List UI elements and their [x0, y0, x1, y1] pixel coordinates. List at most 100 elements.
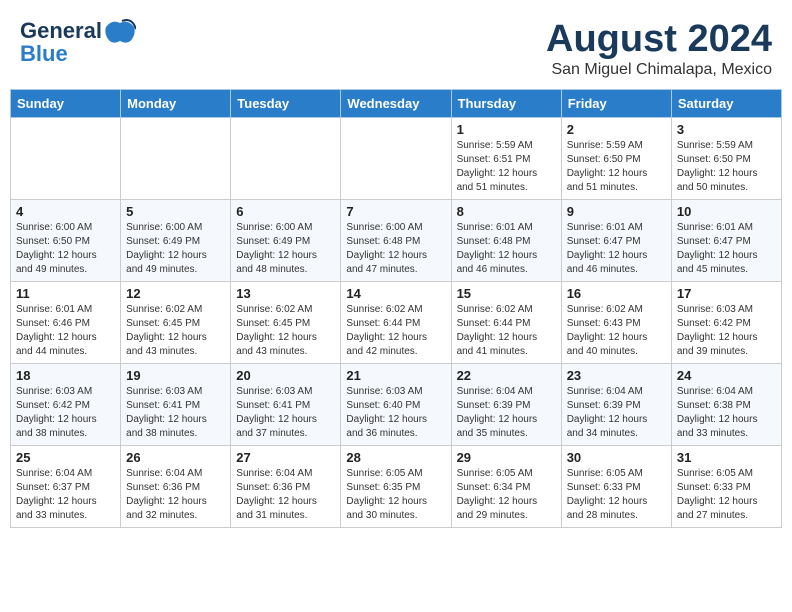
- calendar-cell: 5 Sunrise: 6:00 AM Sunset: 6:49 PM Daylig…: [121, 200, 231, 282]
- calendar-cell: 8Sunrise: 6:01 AM Sunset: 6:48 PM Daylig…: [451, 200, 561, 282]
- calendar-cell: [341, 118, 451, 200]
- day-number: 11: [16, 286, 115, 301]
- calendar-cell: 6 Sunrise: 6:00 AM Sunset: 6:49 PM Daylig…: [231, 200, 341, 282]
- calendar-cell: 23 Sunrise: 6:04 AM Sunset: 6:39 PM Dayli…: [561, 364, 671, 446]
- days-of-week-row: SundayMondayTuesdayWednesdayThursdayFrid…: [11, 90, 782, 118]
- day-number: 6: [236, 204, 335, 219]
- calendar-cell: 2Sunrise: 5:59 AM Sunset: 6:50 PM Daylig…: [561, 118, 671, 200]
- day-info: Sunrise: 6:02 AM Sunset: 6:43 PM Dayligh…: [567, 303, 666, 359]
- day-info: Sunrise: 6:04 AM Sunset: 6:38 PM Dayligh…: [677, 385, 776, 441]
- day-number: 30: [567, 450, 666, 465]
- day-info: Sunrise: 6:04 AM Sunset: 6:39 PM Dayligh…: [567, 385, 666, 441]
- day-info: Sunrise: 6:01 AM Sunset: 6:47 PM Dayligh…: [677, 221, 776, 277]
- calendar-cell: 22Sunrise: 6:04 AM Sunset: 6:39 PM Dayli…: [451, 364, 561, 446]
- calendar-cell: 14 Sunrise: 6:02 AM Sunset: 6:44 PM Dayli…: [341, 282, 451, 364]
- calendar-cell: 4 Sunrise: 6:00 AM Sunset: 6:50 PM Daylig…: [11, 200, 121, 282]
- day-info: Sunrise: 6:01 AM Sunset: 6:47 PM Dayligh…: [567, 221, 666, 277]
- day-of-week-header: Friday: [561, 90, 671, 118]
- calendar-cell: [11, 118, 121, 200]
- day-number: 13: [236, 286, 335, 301]
- calendar-cell: 7 Sunrise: 6:00 AM Sunset: 6:48 PM Daylig…: [341, 200, 451, 282]
- day-info: Sunrise: 6:00 AM Sunset: 6:50 PM Dayligh…: [16, 221, 115, 277]
- day-number: 7: [346, 204, 445, 219]
- day-number: 9: [567, 204, 666, 219]
- day-info: Sunrise: 6:03 AM Sunset: 6:41 PM Dayligh…: [126, 385, 225, 441]
- calendar-cell: 18Sunrise: 6:03 AM Sunset: 6:42 PM Dayli…: [11, 364, 121, 446]
- day-number: 16: [567, 286, 666, 301]
- day-number: 29: [457, 450, 556, 465]
- day-info: Sunrise: 6:04 AM Sunset: 6:37 PM Dayligh…: [16, 467, 115, 523]
- day-number: 1: [457, 122, 556, 137]
- day-info: Sunrise: 6:05 AM Sunset: 6:35 PM Dayligh…: [346, 467, 445, 523]
- day-info: Sunrise: 6:02 AM Sunset: 6:44 PM Dayligh…: [457, 303, 556, 359]
- day-number: 4: [16, 204, 115, 219]
- day-of-week-header: Wednesday: [341, 90, 451, 118]
- day-info: Sunrise: 6:00 AM Sunset: 6:49 PM Dayligh…: [126, 221, 225, 277]
- day-number: 10: [677, 204, 776, 219]
- day-number: 28: [346, 450, 445, 465]
- calendar-cell: 27Sunrise: 6:04 AM Sunset: 6:36 PM Dayli…: [231, 446, 341, 528]
- day-number: 5: [126, 204, 225, 219]
- calendar-cell: 15 Sunrise: 6:02 AM Sunset: 6:44 PM Dayli…: [451, 282, 561, 364]
- calendar-cell: 13 Sunrise: 6:02 AM Sunset: 6:45 PM Dayli…: [231, 282, 341, 364]
- day-info: Sunrise: 5:59 AM Sunset: 6:50 PM Dayligh…: [677, 139, 776, 195]
- day-number: 25: [16, 450, 115, 465]
- calendar-cell: 19 Sunrise: 6:03 AM Sunset: 6:41 PM Dayli…: [121, 364, 231, 446]
- calendar-cell: 1 Sunrise: 5:59 AM Sunset: 6:51 PM Daylig…: [451, 118, 561, 200]
- location: San Miguel Chimalapa, Mexico: [546, 61, 772, 79]
- calendar-cell: 24 Sunrise: 6:04 AM Sunset: 6:38 PM Dayli…: [671, 364, 781, 446]
- day-number: 14: [346, 286, 445, 301]
- calendar-week-row: 4 Sunrise: 6:00 AM Sunset: 6:50 PM Daylig…: [11, 200, 782, 282]
- day-of-week-header: Tuesday: [231, 90, 341, 118]
- day-number: 12: [126, 286, 225, 301]
- day-number: 17: [677, 286, 776, 301]
- title-block: August 2024 San Miguel Chimalapa, Mexico: [546, 18, 772, 79]
- day-info: Sunrise: 6:02 AM Sunset: 6:44 PM Dayligh…: [346, 303, 445, 359]
- calendar-cell: 20 Sunrise: 6:03 AM Sunset: 6:41 PM Dayli…: [231, 364, 341, 446]
- calendar-table: SundayMondayTuesdayWednesdayThursdayFrid…: [10, 89, 782, 528]
- day-number: 2: [567, 122, 666, 137]
- calendar-week-row: 1 Sunrise: 5:59 AM Sunset: 6:51 PM Daylig…: [11, 118, 782, 200]
- calendar-week-row: 11Sunrise: 6:01 AM Sunset: 6:46 PM Dayli…: [11, 282, 782, 364]
- calendar-cell: 25 Sunrise: 6:04 AM Sunset: 6:37 PM Dayli…: [11, 446, 121, 528]
- calendar-cell: 30Sunrise: 6:05 AM Sunset: 6:33 PM Dayli…: [561, 446, 671, 528]
- calendar-cell: 21Sunrise: 6:03 AM Sunset: 6:40 PM Dayli…: [341, 364, 451, 446]
- calendar-week-row: 18Sunrise: 6:03 AM Sunset: 6:42 PM Dayli…: [11, 364, 782, 446]
- day-info: Sunrise: 6:04 AM Sunset: 6:36 PM Dayligh…: [126, 467, 225, 523]
- day-info: Sunrise: 6:04 AM Sunset: 6:36 PM Dayligh…: [236, 467, 335, 523]
- day-number: 8: [457, 204, 556, 219]
- day-info: Sunrise: 6:05 AM Sunset: 6:34 PM Dayligh…: [457, 467, 556, 523]
- month-title: August 2024: [546, 18, 772, 61]
- calendar-week-row: 25 Sunrise: 6:04 AM Sunset: 6:37 PM Dayli…: [11, 446, 782, 528]
- day-of-week-header: Thursday: [451, 90, 561, 118]
- logo: General Blue: [20, 18, 138, 67]
- day-info: Sunrise: 6:03 AM Sunset: 6:42 PM Dayligh…: [16, 385, 115, 441]
- day-of-week-header: Sunday: [11, 90, 121, 118]
- day-number: 19: [126, 368, 225, 383]
- day-number: 23: [567, 368, 666, 383]
- day-of-week-header: Monday: [121, 90, 231, 118]
- page-header: General Blue August 2024 San Miguel Chim…: [0, 0, 792, 89]
- calendar-cell: 16 Sunrise: 6:02 AM Sunset: 6:43 PM Dayli…: [561, 282, 671, 364]
- day-number: 24: [677, 368, 776, 383]
- day-info: Sunrise: 6:03 AM Sunset: 6:41 PM Dayligh…: [236, 385, 335, 441]
- day-info: Sunrise: 6:00 AM Sunset: 6:48 PM Dayligh…: [346, 221, 445, 277]
- day-info: Sunrise: 6:02 AM Sunset: 6:45 PM Dayligh…: [236, 303, 335, 359]
- day-number: 3: [677, 122, 776, 137]
- calendar-cell: 3 Sunrise: 5:59 AM Sunset: 6:50 PM Daylig…: [671, 118, 781, 200]
- day-number: 15: [457, 286, 556, 301]
- day-info: Sunrise: 6:02 AM Sunset: 6:45 PM Dayligh…: [126, 303, 225, 359]
- day-info: Sunrise: 5:59 AM Sunset: 6:51 PM Dayligh…: [457, 139, 556, 195]
- calendar-cell: 28 Sunrise: 6:05 AM Sunset: 6:35 PM Dayli…: [341, 446, 451, 528]
- calendar-cell: [121, 118, 231, 200]
- day-number: 20: [236, 368, 335, 383]
- day-info: Sunrise: 6:00 AM Sunset: 6:49 PM Dayligh…: [236, 221, 335, 277]
- calendar-cell: 12 Sunrise: 6:02 AM Sunset: 6:45 PM Dayli…: [121, 282, 231, 364]
- calendar-cell: 11Sunrise: 6:01 AM Sunset: 6:46 PM Dayli…: [11, 282, 121, 364]
- calendar-cell: 10 Sunrise: 6:01 AM Sunset: 6:47 PM Dayli…: [671, 200, 781, 282]
- logo-icon: [104, 19, 136, 45]
- day-number: 21: [346, 368, 445, 383]
- calendar-cell: 29 Sunrise: 6:05 AM Sunset: 6:34 PM Dayli…: [451, 446, 561, 528]
- day-info: Sunrise: 6:04 AM Sunset: 6:39 PM Dayligh…: [457, 385, 556, 441]
- day-number: 26: [126, 450, 225, 465]
